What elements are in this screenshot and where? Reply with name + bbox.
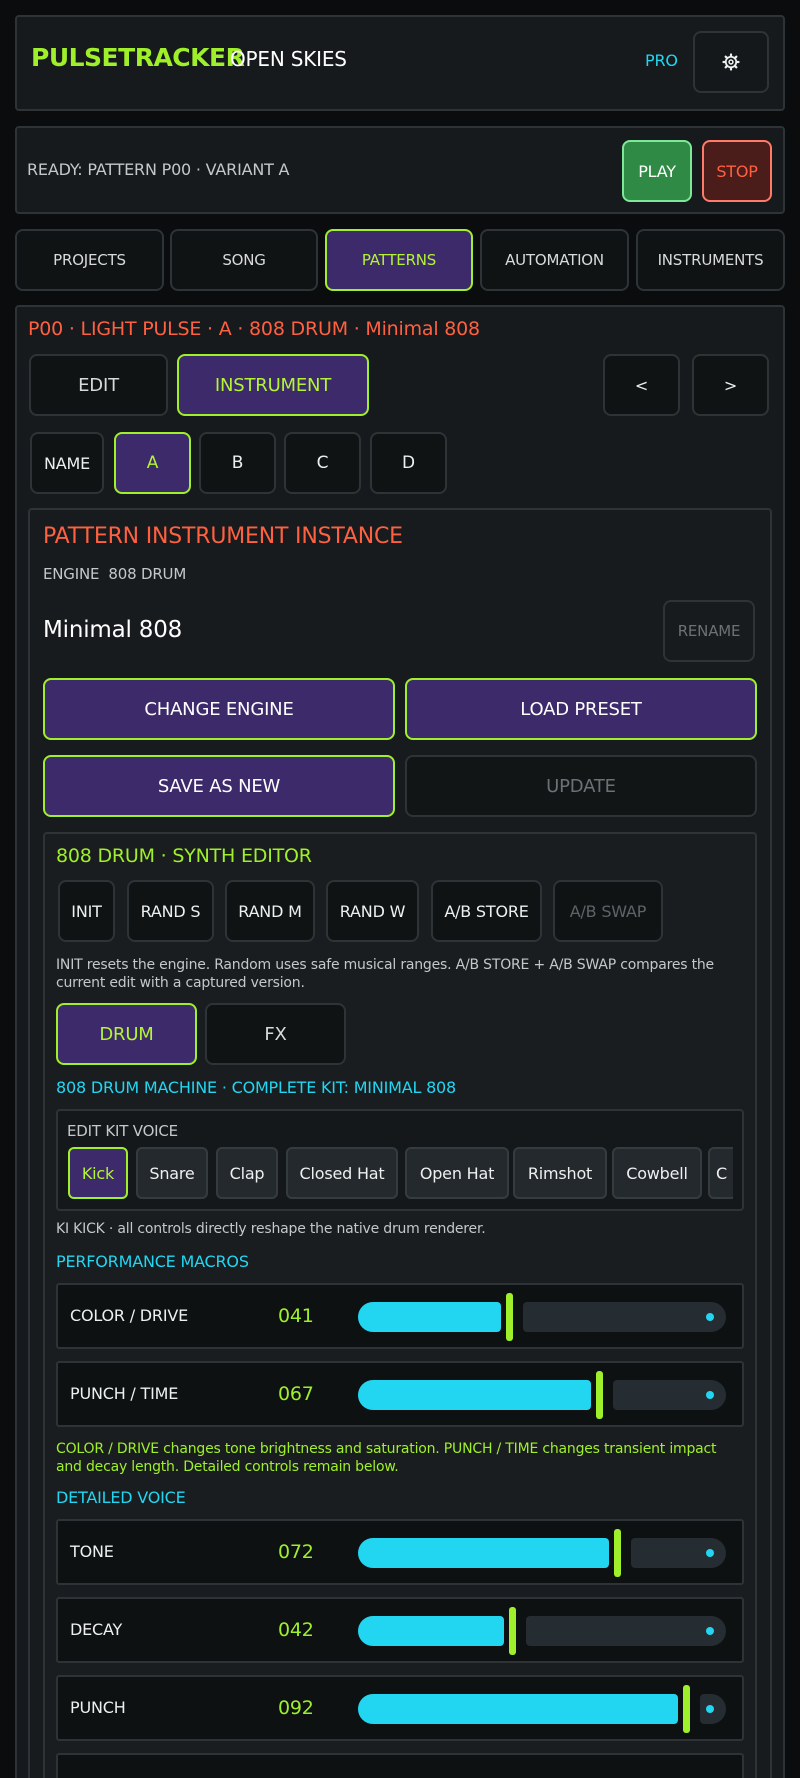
load-preset-button[interactable]: LOAD PRESET — [405, 678, 757, 740]
stop-button[interactable]: STOP — [702, 140, 772, 202]
slider-label: PUNCH / TIME — [70, 1384, 179, 1403]
slider-fill — [358, 1616, 504, 1646]
project-title: OPEN SKIES — [230, 47, 347, 71]
slider-thumb[interactable] — [509, 1607, 516, 1655]
detail-row-next-partial — [56, 1753, 744, 1778]
voice-strip: Kick Snare Clap Closed Hat Open Hat Rims… — [66, 1140, 733, 1206]
slider-rest — [631, 1538, 726, 1568]
instance-title: PATTERN INSTRUMENT INSTANCE — [43, 524, 403, 549]
punch-slider[interactable] — [348, 1677, 728, 1739]
next-button[interactable]: > — [692, 354, 769, 416]
kit-voice-label: EDIT KIT VOICE — [67, 1122, 178, 1140]
slider-end-dot — [706, 1705, 714, 1713]
voice-snare[interactable]: Snare — [136, 1147, 208, 1199]
voice-closed-hat[interactable]: Closed Hat — [286, 1147, 398, 1199]
play-button[interactable]: PLAY — [622, 140, 692, 202]
tab-projects[interactable]: PROJECTS — [15, 229, 164, 291]
variant-a-button[interactable]: A — [114, 432, 191, 494]
voice-open-hat[interactable]: Open Hat — [405, 1147, 509, 1199]
detail-row-tone: TONE 072 — [56, 1519, 744, 1585]
pattern-breadcrumb: P00 · LIGHT PULSE · A · 808 DRUM · Minim… — [28, 318, 480, 340]
tab-drum[interactable]: DRUM — [56, 1003, 197, 1065]
pro-badge: PRO — [645, 51, 678, 70]
rename-button[interactable]: RENAME — [663, 600, 755, 662]
macro-row-color-drive: COLOR / DRIVE 041 — [56, 1283, 744, 1349]
mode-edit-button[interactable]: EDIT — [29, 354, 168, 416]
macro-row-punch-time: PUNCH / TIME 067 — [56, 1361, 744, 1427]
update-button[interactable]: UPDATE — [405, 755, 757, 817]
settings-button[interactable] — [693, 31, 769, 93]
rand-w-button[interactable]: RAND W — [326, 880, 419, 942]
macro-note: COLOR / DRIVE changes tone brightness an… — [56, 1441, 717, 1475]
slider-fill — [358, 1694, 678, 1724]
slider-value: 092 — [278, 1697, 314, 1719]
gear-icon — [722, 53, 740, 71]
macros-title: PERFORMANCE MACROS — [56, 1252, 249, 1271]
slider-rest — [523, 1302, 726, 1332]
slider-rest — [613, 1380, 726, 1410]
slider-value: 067 — [278, 1383, 314, 1405]
tab-fx[interactable]: FX — [205, 1003, 346, 1065]
prev-button[interactable]: < — [603, 354, 680, 416]
detail-row-decay: DECAY 042 — [56, 1597, 744, 1663]
tab-instruments[interactable]: INSTRUMENTS — [636, 229, 785, 291]
transport-status: READY: PATTERN P00 · VARIANT A — [27, 160, 290, 179]
rand-s-button[interactable]: RAND S — [127, 880, 214, 942]
rand-m-button[interactable]: RAND M — [225, 880, 315, 942]
detail-row-punch: PUNCH 092 — [56, 1675, 744, 1741]
slider-end-dot — [706, 1313, 714, 1321]
engine-line: ENGINE 808 DRUM — [43, 565, 187, 583]
instance-name: Minimal 808 — [43, 617, 183, 643]
slider-thumb[interactable] — [683, 1685, 690, 1733]
transport-bar: READY: PATTERN P00 · VARIANT A PLAY STOP — [15, 126, 785, 214]
brand-title: PULSETRACKER — [31, 43, 245, 72]
tab-patterns[interactable]: PATTERNS — [325, 229, 473, 291]
punch-time-slider[interactable] — [348, 1363, 728, 1425]
tab-automation[interactable]: AUTOMATION — [480, 229, 629, 291]
voice-note: KI KICK · all controls directly reshape … — [56, 1221, 486, 1237]
slider-thumb[interactable] — [506, 1293, 513, 1341]
slider-thumb[interactable] — [614, 1529, 621, 1577]
mode-instrument-button[interactable]: INSTRUMENT — [177, 354, 369, 416]
slider-end-dot — [706, 1549, 714, 1557]
variant-c-button[interactable]: C — [284, 432, 361, 494]
voice-cowbell[interactable]: Cowbell — [612, 1147, 702, 1199]
save-as-new-button[interactable]: SAVE AS NEW — [43, 755, 395, 817]
change-engine-button[interactable]: CHANGE ENGINE — [43, 678, 395, 740]
init-button[interactable]: INIT — [58, 880, 115, 942]
slider-thumb[interactable] — [596, 1371, 603, 1419]
editor-title: 808 DRUM · SYNTH EDITOR — [56, 845, 312, 867]
voice-next-partial[interactable]: C — [708, 1147, 733, 1199]
slider-value: 042 — [278, 1619, 314, 1641]
variant-d-button[interactable]: D — [370, 432, 447, 494]
slider-label: PUNCH — [70, 1698, 126, 1717]
voice-rimshot[interactable]: Rimshot — [513, 1147, 607, 1199]
slider-value: 041 — [278, 1305, 314, 1327]
slider-label: COLOR / DRIVE — [70, 1306, 188, 1325]
tone-slider[interactable] — [348, 1521, 728, 1583]
detail-title: DETAILED VOICE — [56, 1488, 186, 1507]
slider-value: 072 — [278, 1541, 314, 1563]
app-header: PULSETRACKER OPEN SKIES PRO — [15, 15, 785, 111]
tab-song[interactable]: SONG — [170, 229, 318, 291]
slider-fill — [358, 1538, 609, 1568]
voice-kick[interactable]: Kick — [68, 1147, 128, 1199]
slider-rest — [700, 1694, 726, 1724]
variant-name-button[interactable]: NAME — [30, 432, 104, 494]
slider-rest — [526, 1616, 726, 1646]
decay-slider[interactable] — [348, 1599, 728, 1661]
slider-end-dot — [706, 1391, 714, 1399]
ab-swap-button[interactable]: A/B SWAP — [553, 880, 663, 942]
slider-fill — [358, 1302, 501, 1332]
voice-clap[interactable]: Clap — [216, 1147, 278, 1199]
ab-store-button[interactable]: A/B STORE — [431, 880, 542, 942]
slider-label: DECAY — [70, 1620, 123, 1639]
kit-title: 808 DRUM MACHINE · COMPLETE KIT: MINIMAL… — [56, 1078, 457, 1097]
slider-label: TONE — [70, 1542, 114, 1561]
slider-fill — [358, 1380, 591, 1410]
editor-help-text: INIT resets the engine. Random uses safe… — [56, 957, 714, 991]
variant-b-button[interactable]: B — [199, 432, 276, 494]
slider-end-dot — [706, 1627, 714, 1635]
color-drive-slider[interactable] — [348, 1285, 728, 1347]
